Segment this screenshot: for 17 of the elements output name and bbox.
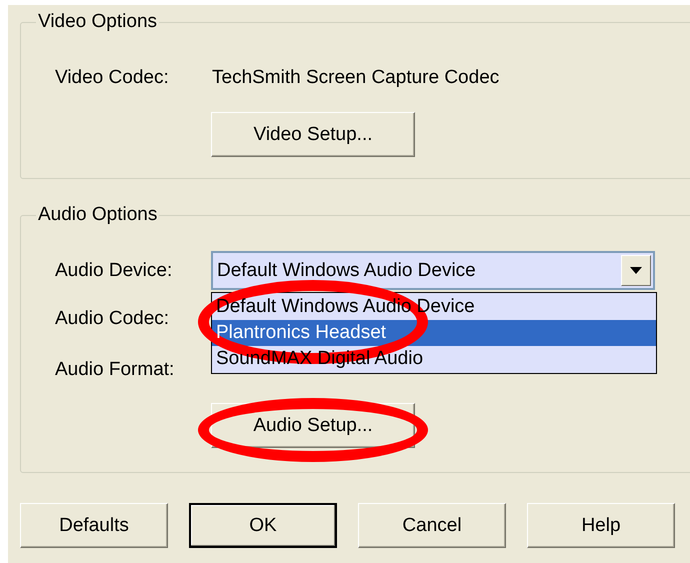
group-title: Audio Options [36,203,160,227]
dialog-button[interactable]: Cancel [358,503,506,548]
field-label: Video Codec: [55,66,170,90]
audio-device-dropdown[interactable]: Default Windows Audio Device [211,251,655,290]
video-setup-button[interactable]: Video Setup... [211,112,415,157]
caret-icon [630,267,642,274]
field-value: TechSmith Screen Capture Codec [212,66,500,90]
field-label: Audio Codec: [55,307,170,331]
group-title: Video Options [36,10,160,34]
dropdown-value: Default Windows Audio Device [217,258,476,282]
field-label: Audio Device: [55,259,172,283]
field-label: Audio Format: [55,358,174,382]
dialog-button[interactable]: OK [189,503,337,548]
dialog-button[interactable]: Help [527,503,675,548]
dropdown-item[interactable]: Plantronics Headset [212,320,656,346]
dialog-button[interactable]: Defaults [20,503,168,548]
dropdown-button[interactable] [621,255,651,286]
